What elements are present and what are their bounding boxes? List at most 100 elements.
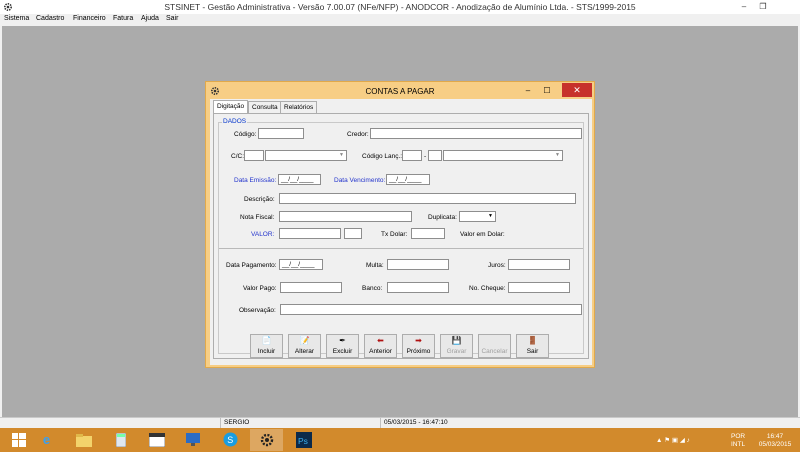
arrow-right-icon: ➡ — [415, 336, 422, 345]
anterior-button-label: Anterior — [369, 348, 392, 355]
codigo-field[interactable] — [258, 128, 304, 139]
stsinet-app-icon[interactable] — [250, 429, 283, 451]
status-cell-empty — [0, 418, 220, 428]
menu-cadastro[interactable]: Cadastro — [36, 15, 64, 22]
juros-field[interactable] — [508, 259, 570, 270]
calendar-icon[interactable] — [140, 429, 173, 451]
valor-currency-field[interactable] — [344, 228, 362, 239]
cancel-icon — [479, 335, 510, 347]
multa-label: Multa: — [366, 262, 384, 269]
data-vencimento-label: Data Vencimento: — [334, 177, 386, 184]
banco-label: Banco: — [362, 285, 383, 292]
credor-field[interactable] — [370, 128, 582, 139]
sair-button-label: Sair — [526, 348, 539, 355]
menu-financeiro[interactable]: Financeiro — [73, 15, 106, 22]
sair-button[interactable]: 🚪 Sair — [516, 334, 549, 358]
photoshop-icon[interactable]: Ps — [287, 429, 320, 451]
credor-label: Credor: — [347, 131, 369, 138]
dialog-maximize-button[interactable]: ☐ — [540, 85, 554, 97]
dialog-body: Digitação Consulta Relatórios DADOS Códi… — [210, 99, 592, 365]
chevron-down-icon: ▼ — [488, 213, 493, 219]
svg-text:Ps: Ps — [298, 436, 308, 446]
svg-text:S: S — [227, 435, 233, 445]
arrow-left-icon: ⬅ — [377, 336, 384, 345]
window-title: STSINET - Gestão Administrativa - Versão… — [164, 2, 636, 12]
network-icon[interactable]: ▲ ⚑ ▣ ◢ ♪ — [656, 437, 690, 444]
duplicata-label: Duplicata: — [428, 214, 457, 221]
tab-panel-digitacao: DADOS Código: Credor: C/C: ▼ Código Lanç… — [213, 113, 589, 359]
incluir-button[interactable]: 📄 Incluir — [250, 334, 283, 358]
cancelar-button[interactable]: Cancelar — [478, 334, 511, 358]
clock[interactable]: 16:47 05/03/2015 — [756, 433, 794, 452]
restore-button[interactable]: ❐ — [757, 1, 769, 12]
dialog-minimize-button[interactable]: – — [521, 85, 535, 97]
dados-group-title: DADOS — [222, 118, 248, 125]
menu-ajuda[interactable]: Ajuda — [141, 15, 159, 22]
descricao-label: Descrição: — [244, 196, 275, 203]
delete-pen-icon: ✒ — [339, 336, 346, 345]
skype-icon[interactable]: S — [214, 429, 247, 451]
file-explorer-icon[interactable] — [67, 429, 100, 451]
tab-digitacao[interactable]: Digitação — [213, 100, 249, 113]
language-code: POR — [731, 433, 746, 440]
save-icon: 💾 — [451, 336, 462, 345]
codigo-label: Código: — [234, 131, 257, 138]
banco-field[interactable] — [387, 282, 449, 293]
minimize-button[interactable]: – — [738, 1, 750, 12]
valor-field[interactable] — [279, 228, 341, 239]
juros-label: Juros: — [488, 262, 506, 269]
section-divider — [219, 248, 583, 249]
input-language[interactable]: POR INTL — [731, 433, 745, 452]
data-vencimento-field[interactable]: __/__/____ — [386, 174, 430, 185]
nota-fiscal-field[interactable] — [279, 211, 412, 222]
no-cheque-field[interactable] — [508, 282, 570, 293]
menu-sistema[interactable]: Sistema — [4, 15, 29, 22]
duplicata-combo[interactable]: ▼ — [459, 211, 496, 222]
codigo-lanc-combo[interactable]: ▼ — [443, 150, 563, 161]
status-bar: SERGIO 05/03/2015 - 16:47:10 — [0, 417, 800, 428]
valor-dolar-label: Valor em Dolar: — [460, 231, 505, 238]
tab-relatorios[interactable]: Relatórios — [280, 101, 318, 113]
dialog-title: CONTAS A PAGAR — [365, 87, 435, 96]
dados-group: DADOS Código: Credor: C/C: ▼ Código Lanç… — [218, 118, 584, 354]
gravar-button[interactable]: 💾 Gravar — [440, 334, 473, 358]
tx-dolar-field[interactable] — [411, 228, 445, 239]
codigo-lanc-label: Código Lanç.: — [362, 153, 403, 160]
data-pagamento-field[interactable]: __/__/____ — [279, 259, 323, 270]
exit-door-icon: 🚪 — [527, 336, 538, 345]
descricao-field[interactable] — [279, 193, 576, 204]
alterar-button[interactable]: 📝 Alterar — [288, 334, 321, 358]
cc-code-field[interactable] — [244, 150, 264, 161]
status-user: SERGIO — [220, 418, 380, 428]
codigo-lanc-field[interactable] — [402, 150, 422, 161]
observacao-field[interactable] — [280, 304, 582, 315]
anterior-button[interactable]: ⬅ Anterior — [364, 334, 397, 358]
gravar-button-label: Gravar — [446, 348, 467, 355]
alterar-button-label: Alterar — [294, 348, 315, 355]
nota-fiscal-label: Nota Fiscal: — [240, 214, 275, 221]
remote-desktop-icon[interactable] — [177, 429, 210, 451]
menu-fatura[interactable]: Fatura — [113, 15, 133, 22]
incluir-button-label: Incluir — [257, 348, 276, 355]
excluir-button-label: Excluir — [332, 348, 353, 355]
valor-pago-field[interactable] — [280, 282, 342, 293]
excluir-button[interactable]: ✒ Excluir — [326, 334, 359, 358]
data-emissao-field[interactable]: __/__/____ — [278, 174, 321, 185]
tab-consulta[interactable]: Consulta — [248, 101, 282, 113]
valor-pago-label: Valor Pago: — [243, 285, 277, 292]
calculator-icon[interactable] — [104, 429, 137, 451]
observacao-label: Observação: — [239, 307, 276, 314]
chevron-down-icon: ▼ — [339, 152, 344, 158]
cc-combo[interactable]: ▼ — [265, 150, 347, 161]
data-pagamento-label: Data Pagamento: — [226, 262, 277, 269]
dialog-close-button[interactable]: ✕ — [562, 83, 592, 97]
menu-sair[interactable]: Sair — [166, 15, 178, 22]
codigo-lanc-sub-field[interactable] — [428, 150, 442, 161]
proximo-button[interactable]: ➡ Próximo — [402, 334, 435, 358]
multa-field[interactable] — [387, 259, 449, 270]
tx-dolar-label: Tx Dolar: — [381, 231, 408, 238]
tray-icons[interactable]: ▲ ⚑ ▣ ◢ ♪ — [656, 436, 716, 452]
internet-explorer-icon[interactable]: e — [30, 429, 63, 451]
contas-a-pagar-dialog: CONTAS A PAGAR – ☐ ✕ Digitação Consulta … — [205, 81, 595, 368]
proximo-button-label: Próximo — [406, 348, 431, 355]
